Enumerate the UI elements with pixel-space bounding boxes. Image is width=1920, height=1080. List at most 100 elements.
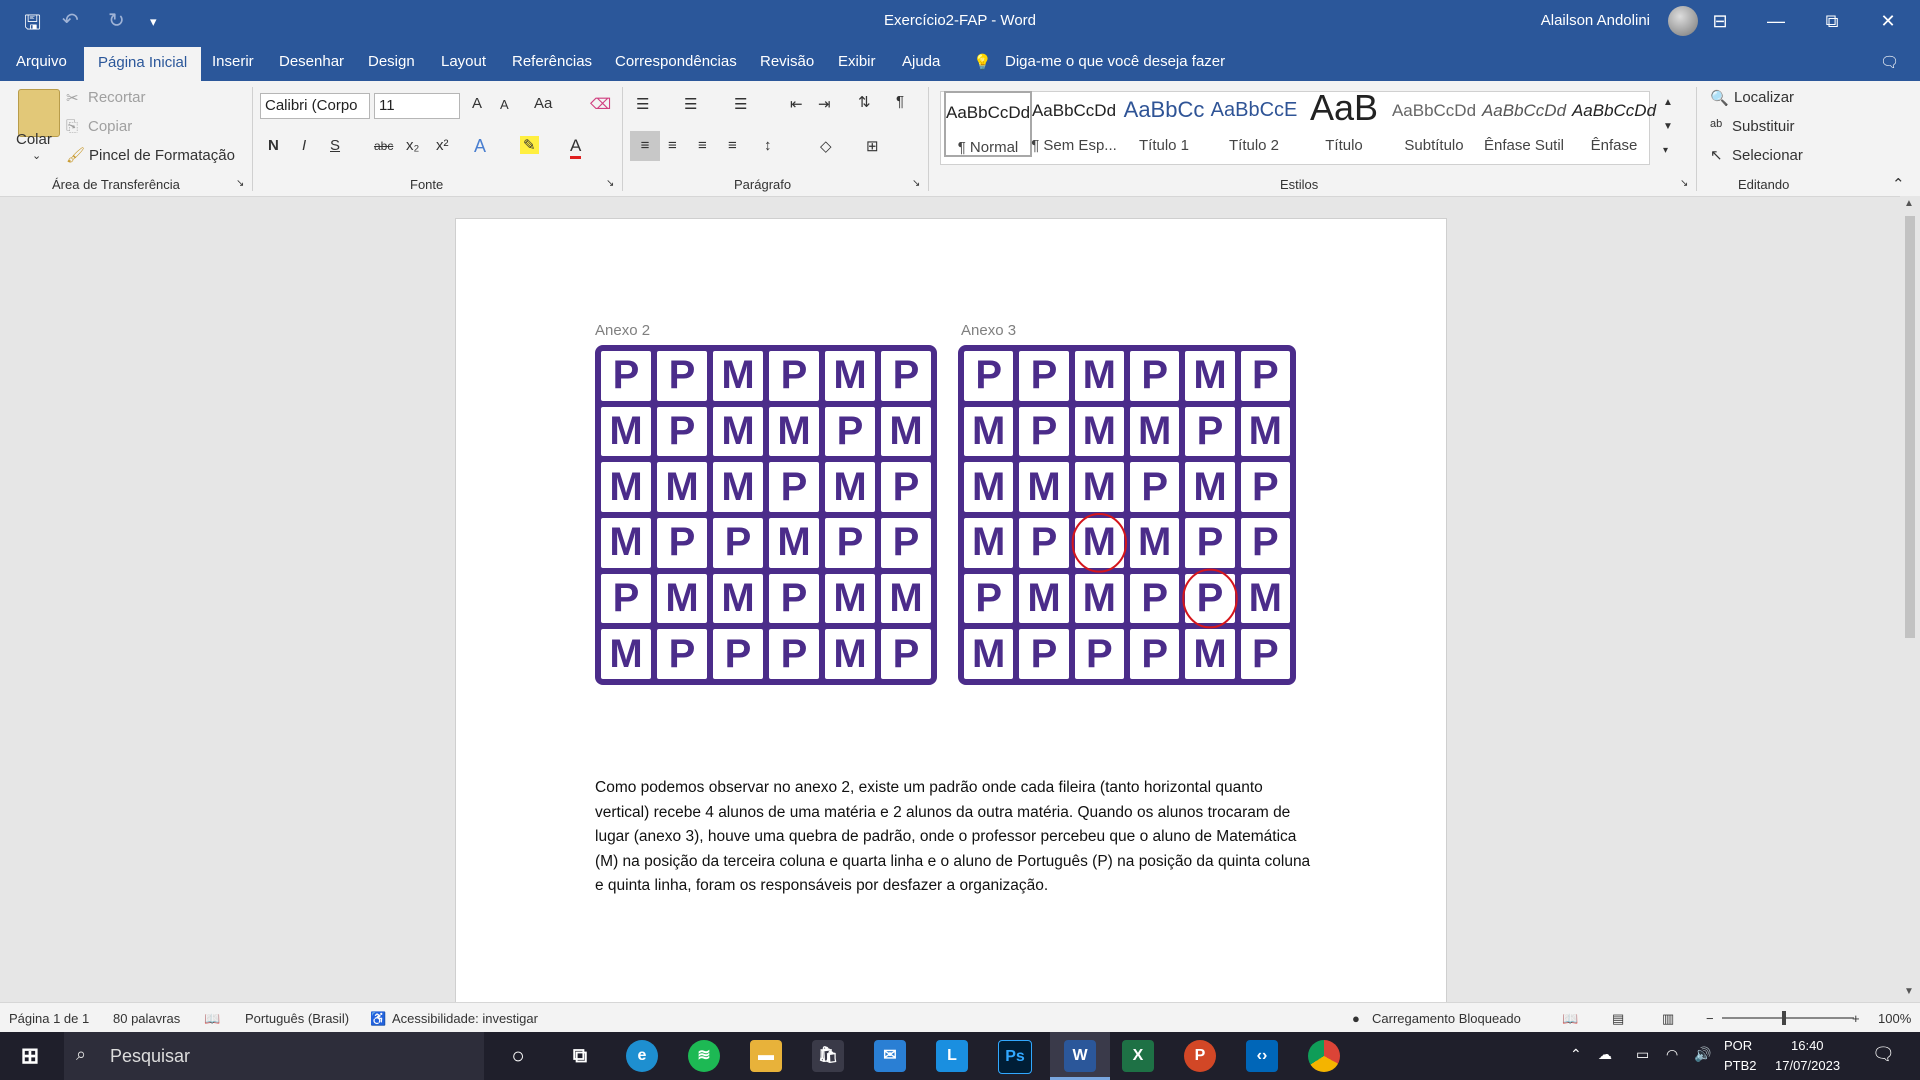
vertical-scrollbar[interactable]: ▲ ▼ [1900,196,1920,1002]
bullets-icon[interactable]: ☰ [636,95,649,113]
tab-ajuda[interactable]: Ajuda [902,53,940,70]
task-view-icon[interactable]: ⧉ [564,1040,596,1072]
restore-icon[interactable]: ⧉ [1812,6,1852,36]
collapse-ribbon-icon[interactable]: ⌃ [1892,175,1905,193]
decrease-indent-icon[interactable]: ⇤ [790,95,803,113]
borders-icon[interactable]: ⊞ [866,137,879,155]
zoom-level[interactable]: 100% [1878,1011,1911,1026]
comments-icon[interactable]: 🗨 [1880,53,1899,71]
font-size-select[interactable]: 11 [374,93,460,119]
chrome-icon[interactable] [1308,1040,1340,1072]
onedrive-icon[interactable]: ☁ [1598,1046,1612,1063]
print-layout-icon[interactable]: ▤ [1612,1011,1624,1027]
tab-referencias[interactable]: Referências [512,53,592,70]
italic-button[interactable]: I [302,137,306,154]
spotify-icon[interactable]: ≋ [688,1040,720,1072]
clock-time[interactable]: 16:40 [1791,1038,1824,1053]
show-marks-icon[interactable]: ¶ [896,93,904,110]
font-color-icon[interactable]: A [570,136,582,159]
strikethrough-button[interactable]: abc [374,139,393,153]
vscode-icon[interactable]: ‹› [1246,1040,1278,1072]
chevron-down-icon[interactable]: ⌄ [32,149,41,162]
tell-me-search[interactable]: Diga-me o que você deseja fazer [1005,53,1225,70]
gallery-scroll-up-icon[interactable]: ▲ [1663,97,1673,108]
align-center-icon[interactable]: ≡ [668,137,677,154]
tab-layout[interactable]: Layout [441,53,486,70]
select-button[interactable]: Selecionar [1732,147,1803,164]
style-subtle-emphasis[interactable]: AaBbCcDd Ênfase Sutil [1480,91,1568,157]
line-spacing-icon[interactable]: ↕ [764,137,772,154]
volume-icon[interactable]: 🔊 [1694,1046,1711,1063]
cortana-icon[interactable]: ○ [502,1040,534,1072]
accessibility-status[interactable]: Acessibilidade: investigar [392,1011,538,1026]
l-app-icon[interactable]: L [936,1040,968,1072]
store-icon[interactable]: 🛍 [812,1040,844,1072]
font-name-select[interactable]: Calibri (Corpo [260,93,370,119]
multilevel-list-icon[interactable]: ☰ [734,95,747,113]
tab-revisao[interactable]: Revisão [760,53,814,70]
highlight-icon[interactable]: ✎ [520,136,539,154]
numbering-icon[interactable]: ☰ [684,95,697,113]
style-subtitle[interactable]: AaBbCcDd Subtítulo [1390,91,1478,157]
copy-button[interactable]: Copiar [88,118,132,135]
change-case-button[interactable]: Aa [534,95,552,112]
file-explorer-icon[interactable]: ▬ [750,1040,782,1072]
zoom-out-icon[interactable]: − [1706,1011,1714,1026]
mail-icon[interactable]: ✉ [874,1040,906,1072]
read-mode-icon[interactable]: 📖 [1562,1011,1578,1027]
loading-status[interactable]: Carregamento Bloqueado [1372,1011,1521,1026]
tab-pagina-inicial[interactable]: Página Inicial [84,47,202,81]
page-count[interactable]: Página 1 de 1 [9,1011,89,1026]
bold-button[interactable]: N [268,137,279,154]
scrollbar-thumb[interactable] [1905,216,1915,638]
dialog-launcher-icon[interactable]: ↘ [912,178,920,189]
style-emphasis[interactable]: AaBbCcDd Ênfase [1570,91,1658,157]
subscript-button[interactable]: x₂ [406,137,419,154]
underline-button[interactable]: S [330,137,340,154]
tab-exibir[interactable]: Exibir [838,53,876,70]
cut-button[interactable]: Recortar [88,89,146,106]
zoom-slider-handle[interactable] [1782,1011,1786,1025]
align-right-icon[interactable]: ≡ [698,137,707,154]
edge-icon[interactable]: e [626,1040,658,1072]
avatar[interactable] [1668,6,1698,36]
tab-inserir[interactable]: Inserir [212,53,254,70]
align-left-icon[interactable]: ≡ [630,131,660,161]
notifications-icon[interactable]: 🗨 [1872,1044,1895,1065]
scroll-down-icon[interactable]: ▼ [1904,986,1914,997]
windows-start-icon[interactable]: ⊞ [14,1040,46,1072]
tab-desenhar[interactable]: Desenhar [279,53,344,70]
web-layout-icon[interactable]: ▥ [1662,1011,1674,1027]
grow-font-button[interactable]: A [472,95,482,112]
superscript-button[interactable]: x² [436,137,449,154]
search-placeholder[interactable]: Pesquisar [110,1046,190,1067]
dialog-launcher-icon[interactable]: ↘ [606,178,614,189]
style-normal[interactable]: AaBbCcDd ¶ Normal [944,91,1032,157]
shrink-font-button[interactable]: A [500,97,509,112]
word-count[interactable]: 80 palavras [113,1011,180,1026]
battery-icon[interactable]: ▭ [1636,1046,1649,1063]
find-button[interactable]: Localizar [1734,89,1794,106]
powerpoint-icon[interactable]: P [1184,1040,1216,1072]
photoshop-icon[interactable]: Ps [998,1040,1032,1074]
zoom-slider[interactable] [1722,1017,1854,1019]
tab-design[interactable]: Design [368,53,415,70]
close-icon[interactable]: ✕ [1868,6,1908,36]
format-painter-button[interactable]: Pincel de Formatação [89,147,235,164]
taskbar-search[interactable]: ⌕ Pesquisar [64,1032,484,1080]
word-icon[interactable]: W [1064,1040,1096,1072]
ribbon-display-options-icon[interactable]: ⊟ [1700,6,1740,36]
proofing-icon[interactable]: 📖 [204,1011,220,1027]
user-name[interactable]: Alailson Andolini [1541,12,1650,29]
text-effects-icon[interactable]: A [474,136,486,157]
shading-icon[interactable]: ◇ [820,137,832,155]
excel-icon[interactable]: X [1122,1040,1154,1072]
language-status[interactable]: Português (Brasil) [245,1011,349,1026]
body-paragraph[interactable]: Como podemos observar no anexo 2, existe… [595,776,1315,899]
paste-button[interactable]: Colar [16,131,52,148]
dialog-launcher-icon[interactable]: ↘ [1680,178,1688,189]
style-heading-1[interactable]: AaBbCc Título 1 [1120,91,1208,157]
style-no-spacing[interactable]: AaBbCcDd ¶ Sem Esp... [1030,91,1118,157]
gallery-scroll-down-icon[interactable]: ▼ [1663,121,1673,132]
replace-button[interactable]: Substituir [1732,118,1795,135]
